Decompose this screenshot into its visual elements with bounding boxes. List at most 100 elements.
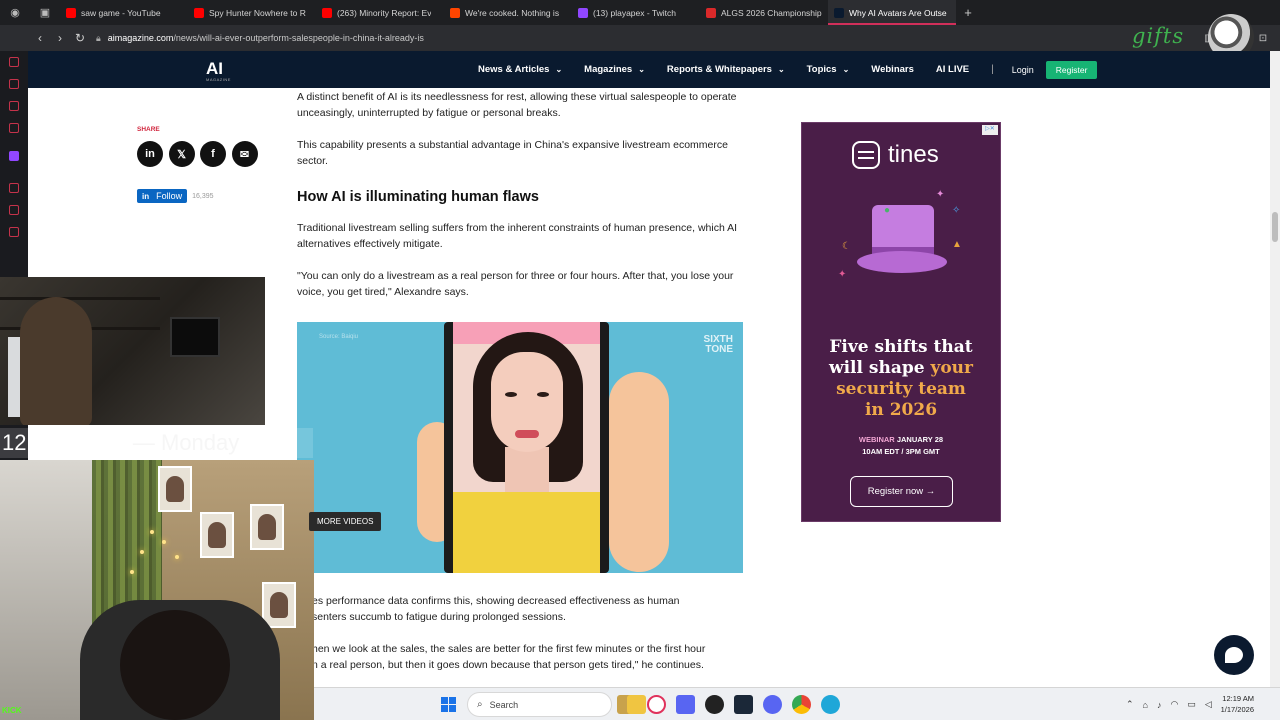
lock-icon: 🔒︎: [96, 32, 101, 43]
video-player[interactable]: Source: Baiqiu SIXTH TONE: [297, 322, 743, 573]
sparkle-icon: ✦: [936, 189, 945, 200]
nav-item-label: Webinars: [871, 64, 914, 75]
tab-label: ALGS 2026 Championship: [721, 7, 822, 18]
chrome-icon[interactable]: [792, 695, 811, 714]
video-source: Source: Baiqiu: [319, 334, 359, 340]
browser-tab[interactable]: (263) Minority Report: Ev: [316, 0, 444, 25]
app-v-icon[interactable]: [676, 695, 695, 714]
browser-tab[interactable]: We're cooked. Nothing is: [444, 0, 572, 25]
network-icon[interactable]: ⌂: [1143, 700, 1148, 710]
scrollbar-thumb[interactable]: [1272, 212, 1278, 242]
taskbar: ⌕ Search ⌃ ⌂ ♪ ◠ ▭ ◁ 12:19 AM 1/17/2026: [314, 687, 1280, 720]
follower-count: 16,395: [192, 192, 214, 200]
steam-icon[interactable]: [734, 695, 753, 714]
page-scrollbar[interactable]: [1270, 51, 1280, 687]
nav-item-label: Magazines: [584, 64, 633, 75]
chevron-down-icon: ⌄: [842, 65, 850, 74]
workspaces-icon[interactable]: ◉: [0, 0, 30, 25]
browser-tab[interactable]: (13) playapex - Twitch: [572, 0, 700, 25]
screen: ◉ ▣ saw game - YouTube Spy Hunter Nowhere…: [0, 0, 1280, 720]
nav-item[interactable]: Magazines ⌄: [584, 64, 645, 75]
forward-icon[interactable]: ›: [50, 25, 70, 51]
battery-icon[interactable]: ▭: [1187, 699, 1196, 710]
share-buttons: in 𝕏 f ✉: [137, 141, 263, 167]
mic-icon[interactable]: ♪: [1157, 700, 1162, 710]
discord-icon[interactable]: [763, 695, 782, 714]
sidebar-twitch-icon[interactable]: [9, 151, 19, 161]
site-nav: News & Articles ⌄ Magazines ⌄ Reports & Whit…: [478, 51, 1098, 88]
obs-icon[interactable]: [705, 695, 724, 714]
sidebar-opera-icon[interactable]: [9, 57, 19, 67]
nav-item[interactable]: Reports & Whitepapers ⌄: [667, 64, 785, 75]
tab-menu-icon[interactable]: ▣: [30, 0, 60, 25]
start-button-icon[interactable]: [441, 697, 456, 712]
taskbar-search[interactable]: ⌕ Search: [467, 692, 612, 717]
follow-button[interactable]: in Follow: [137, 189, 188, 203]
facebook-share-icon[interactable]: f: [200, 141, 226, 167]
sparkle-icon: ✧: [952, 205, 961, 216]
email-share-icon[interactable]: ✉: [231, 141, 258, 167]
sidebar-downloads-icon[interactable]: [9, 205, 19, 215]
wifi-icon[interactable]: ◠: [1170, 699, 1178, 710]
ad-register-button[interactable]: Register now →: [850, 476, 953, 507]
nav-item[interactable]: Webinars: [871, 64, 914, 75]
linkedin-share-icon[interactable]: in: [137, 141, 163, 167]
taskbar-time: 12:19 AM: [1222, 694, 1254, 703]
login-link[interactable]: Login: [1012, 65, 1034, 75]
browser-tab-strip: ◉ ▣ saw game - YouTube Spy Hunter Nowhere…: [0, 0, 1280, 25]
register-button[interactable]: Register: [1045, 60, 1098, 79]
sidebar-music-icon[interactable]: [9, 123, 19, 133]
back-icon[interactable]: ‹: [30, 25, 50, 51]
nav-item[interactable]: AI LIVE: [936, 64, 969, 75]
sidebar-settings-icon[interactable]: [9, 227, 19, 237]
nav-item-label: News & Articles: [478, 64, 550, 75]
sidebar-messenger-icon[interactable]: [9, 101, 19, 111]
follow-label: Follow: [156, 191, 183, 201]
linkedin-icon: in: [142, 191, 150, 201]
url-field[interactable]: 🔒︎ aimagazine.com /news/will-ai-ever-out…: [96, 28, 996, 48]
nav-separator: |: [991, 64, 994, 75]
ad-choices-icon[interactable]: ▷✕: [982, 125, 998, 135]
snapshot-icon[interactable]: ⊡: [1254, 33, 1272, 44]
x-share-icon[interactable]: 𝕏: [168, 141, 195, 167]
moon-icon: ☾: [842, 241, 851, 252]
browser-tab[interactable]: ALGS 2026 Championship: [700, 0, 828, 25]
logo-subtext: MAGAZINE: [206, 77, 231, 82]
logo-text: AI: [206, 59, 223, 78]
tab-label: We're cooked. Nothing is: [465, 7, 560, 18]
youtube-icon: [322, 7, 332, 18]
sidebar-history-icon[interactable]: [9, 183, 19, 193]
reload-icon[interactable]: ↻: [70, 25, 90, 51]
search-placeholder: Search: [489, 699, 519, 710]
tray-chevron-icon[interactable]: ⌃: [1126, 699, 1134, 710]
tines-ad[interactable]: ▷✕ tines ✦ ● ✧ ☾ ✦ ▲ Five shifts that wi…: [801, 122, 1001, 522]
chevron-down-icon: ⌄: [555, 65, 563, 74]
section-heading: How AI is illuminating human flaws: [297, 189, 539, 205]
site-logo[interactable]: AI MAGAZINE: [206, 59, 231, 82]
browser-tab[interactable]: saw game - YouTube: [60, 0, 188, 25]
chat-icon: [1225, 647, 1243, 663]
chat-widget-button[interactable]: [1214, 635, 1254, 675]
browser-tab[interactable]: Spy Hunter Nowhere to R: [188, 0, 316, 25]
more-videos-button[interactable]: MORE VIDEOS: [309, 512, 382, 531]
browser-tab[interactable]: Why AI Avatars Are Outse: [828, 0, 956, 25]
nav-item-label: AI LIVE: [935, 64, 970, 75]
gifts-overlay: gifts: [1132, 24, 1185, 48]
chevron-down-icon: ⌄: [777, 65, 785, 74]
taskbar-clock[interactable]: 12:19 AM 1/17/2026: [1204, 693, 1254, 715]
article-paragraph: es performance data confirms this, showi…: [312, 595, 680, 607]
edge-icon[interactable]: [821, 695, 840, 714]
file-explorer-icon[interactable]: [627, 695, 646, 714]
nav-item[interactable]: News & Articles ⌄: [478, 64, 562, 75]
youtube-icon: [194, 7, 204, 18]
nav-item-label: Reports & Whitepapers: [666, 64, 772, 75]
sparkle-icon: ▲: [952, 239, 962, 250]
opera-icon[interactable]: [647, 695, 666, 714]
tines-logo: tines: [852, 141, 939, 169]
new-tab-button[interactable]: +: [956, 0, 980, 25]
nav-item[interactable]: Topics ⌄: [807, 64, 850, 75]
ad-webinar-details: WEBINAR JANUARY 28 10AM EDT / 3PM GMT: [858, 435, 944, 456]
tab-label: saw game - YouTube: [81, 7, 161, 18]
sidebar-aria-icon[interactable]: [9, 79, 19, 89]
video-avatar-image: [453, 322, 600, 573]
